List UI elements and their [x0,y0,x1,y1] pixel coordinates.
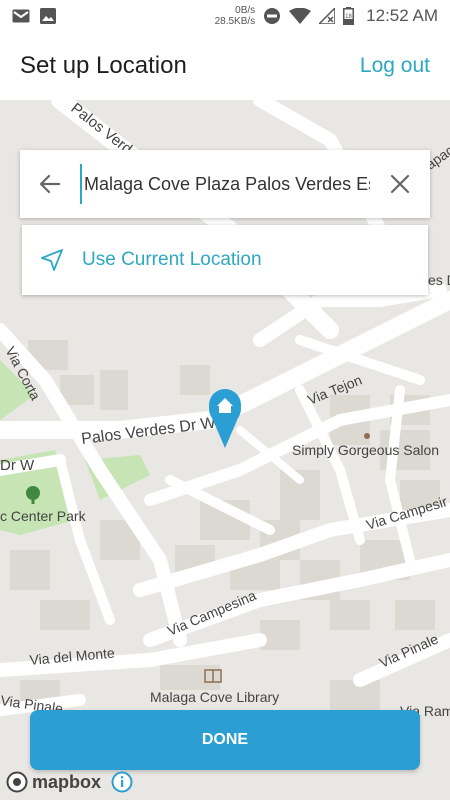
page-title: Set up Location [20,52,187,79]
use-current-location-button[interactable]: Use Current Location [22,225,428,295]
back-button[interactable] [20,150,80,218]
app-header: Set up Location Log out [0,32,450,100]
map-label-civic-center-park: c Center Park [0,508,87,524]
net-down: 28.5KB/s [214,16,256,27]
mapbox-attribution: mapbox [6,770,133,794]
network-speed: 0B/s 28.5KB/s [215,5,256,27]
no-signal-icon [319,8,336,24]
map-label-es-dr: es Dr [428,272,450,288]
use-current-location-label: Use Current Location [82,249,262,270]
info-icon[interactable] [111,771,133,793]
mapbox-logo-icon [6,771,28,793]
salon-marker [364,433,370,439]
status-right: 0B/s 28.5KB/s 18 12:52 AM [215,5,450,27]
clear-search-button[interactable] [370,150,430,218]
clock: 12:52 AM [366,6,438,25]
wifi-icon [289,8,312,24]
map-label-dr-w: Dr W [0,457,35,474]
status-bar: 0B/s 28.5KB/s 18 12:52 AM [0,0,450,32]
net-up: 0B/s [235,5,256,16]
mapbox-brand: mapbox [32,771,102,792]
logout-button[interactable]: Log out [360,54,450,78]
map-label-malaga-cove-library: Malaga Cove Library [150,689,279,705]
navigation-arrow-icon [41,249,63,271]
arrow-left-icon [39,174,61,194]
close-icon [390,174,410,194]
status-left [0,8,56,24]
search-bar [20,150,430,218]
battery-icon: 18 [343,7,355,25]
search-input[interactable] [80,164,370,204]
map-label-simply-gorgeous: Simply Gorgeous Salon [292,442,439,458]
battery-level: 18 [345,14,352,20]
do-not-disturb-icon [263,7,281,25]
done-button[interactable]: DONE [30,710,420,770]
gmail-icon [12,9,30,23]
current-location-icon-wrap [22,248,82,272]
image-icon [40,8,56,24]
